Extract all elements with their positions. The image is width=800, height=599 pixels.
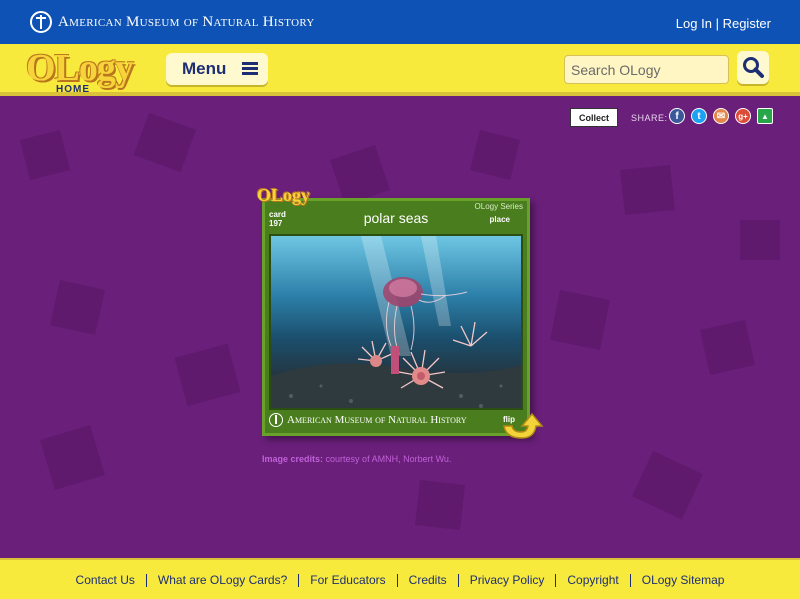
hamburger-icon (242, 62, 259, 76)
menu-button[interactable]: Menu (166, 53, 268, 85)
search-icon (743, 57, 764, 78)
google-classroom-icon[interactable]: ▲ (757, 108, 773, 124)
card-ology-badge: OLogy (257, 185, 311, 205)
card-series: OLogy Series (474, 202, 523, 211)
footer-link-for-educators[interactable]: For Educators (298, 574, 396, 587)
amnh-logo-icon (30, 11, 52, 33)
facebook-icon[interactable]: f (669, 108, 685, 124)
footer-link-credits[interactable]: Credits (396, 574, 458, 587)
register-link[interactable]: Register (723, 16, 771, 31)
collect-button[interactable]: Collect (570, 108, 618, 127)
twitter-icon[interactable]: t (691, 108, 707, 124)
search-button[interactable] (737, 51, 769, 84)
auth-separator: | (715, 16, 719, 31)
menu-label: Menu (182, 59, 227, 78)
card-title: polar seas (363, 210, 429, 226)
footer-link-ology-sitemap[interactable]: OLogy Sitemap (629, 574, 736, 587)
share-label: SHARE: (631, 113, 668, 123)
image-credits-text: courtesy of AMNH, Norbert Wu. (325, 454, 452, 464)
footer-links: Contact Us What are OLogy Cards? For Edu… (0, 574, 800, 587)
museum-header-bar: American Museum of Natural History Log I… (0, 0, 800, 44)
flip-arrow-icon[interactable] (500, 408, 544, 442)
card-amnh-logo: American Museum of Natural History (269, 413, 467, 427)
amnh-logo-icon (269, 413, 283, 427)
image-credits-label: Image credits: (262, 454, 324, 464)
polar-seas-image (271, 236, 521, 408)
login-link[interactable]: Log In (676, 16, 712, 31)
card-museum-name: American Museum of Natural History (287, 414, 467, 426)
google-plus-icon[interactable]: g+ (735, 108, 751, 124)
footer-link-privacy-policy[interactable]: Privacy Policy (457, 574, 556, 587)
main-content: Collect SHARE: f t ✉ g+ ▲ OLogy card 197… (0, 100, 800, 558)
footer-link-contact-us[interactable]: Contact Us (65, 574, 146, 587)
image-credits: Image credits: courtesy of AMNH, Norbert… (262, 454, 451, 464)
footer-link-what-are-ology-cards[interactable]: What are OLogy Cards? (145, 574, 298, 587)
ology-nav-bar: OLogy HOME Menu (0, 44, 800, 96)
card-type: place (489, 215, 510, 224)
email-icon[interactable]: ✉ (713, 108, 729, 124)
ology-home-logo[interactable]: OLogy HOME (26, 46, 142, 104)
footer-bar: Contact Us What are OLogy Cards? For Edu… (0, 558, 800, 599)
auth-links: Log In | Register (676, 16, 771, 31)
museum-name: American Museum of Natural History (58, 13, 315, 30)
share-icons: f t ✉ g+ ▲ (669, 108, 773, 124)
search-input[interactable] (564, 55, 729, 84)
ology-logo-home: HOME (56, 84, 90, 95)
footer-link-copyright[interactable]: Copyright (555, 574, 629, 587)
amnh-logo[interactable]: American Museum of Natural History (30, 11, 315, 33)
card-photo (269, 234, 523, 410)
ology-card: OLogy card 197 polar seas OLogy Series p… (257, 185, 530, 436)
